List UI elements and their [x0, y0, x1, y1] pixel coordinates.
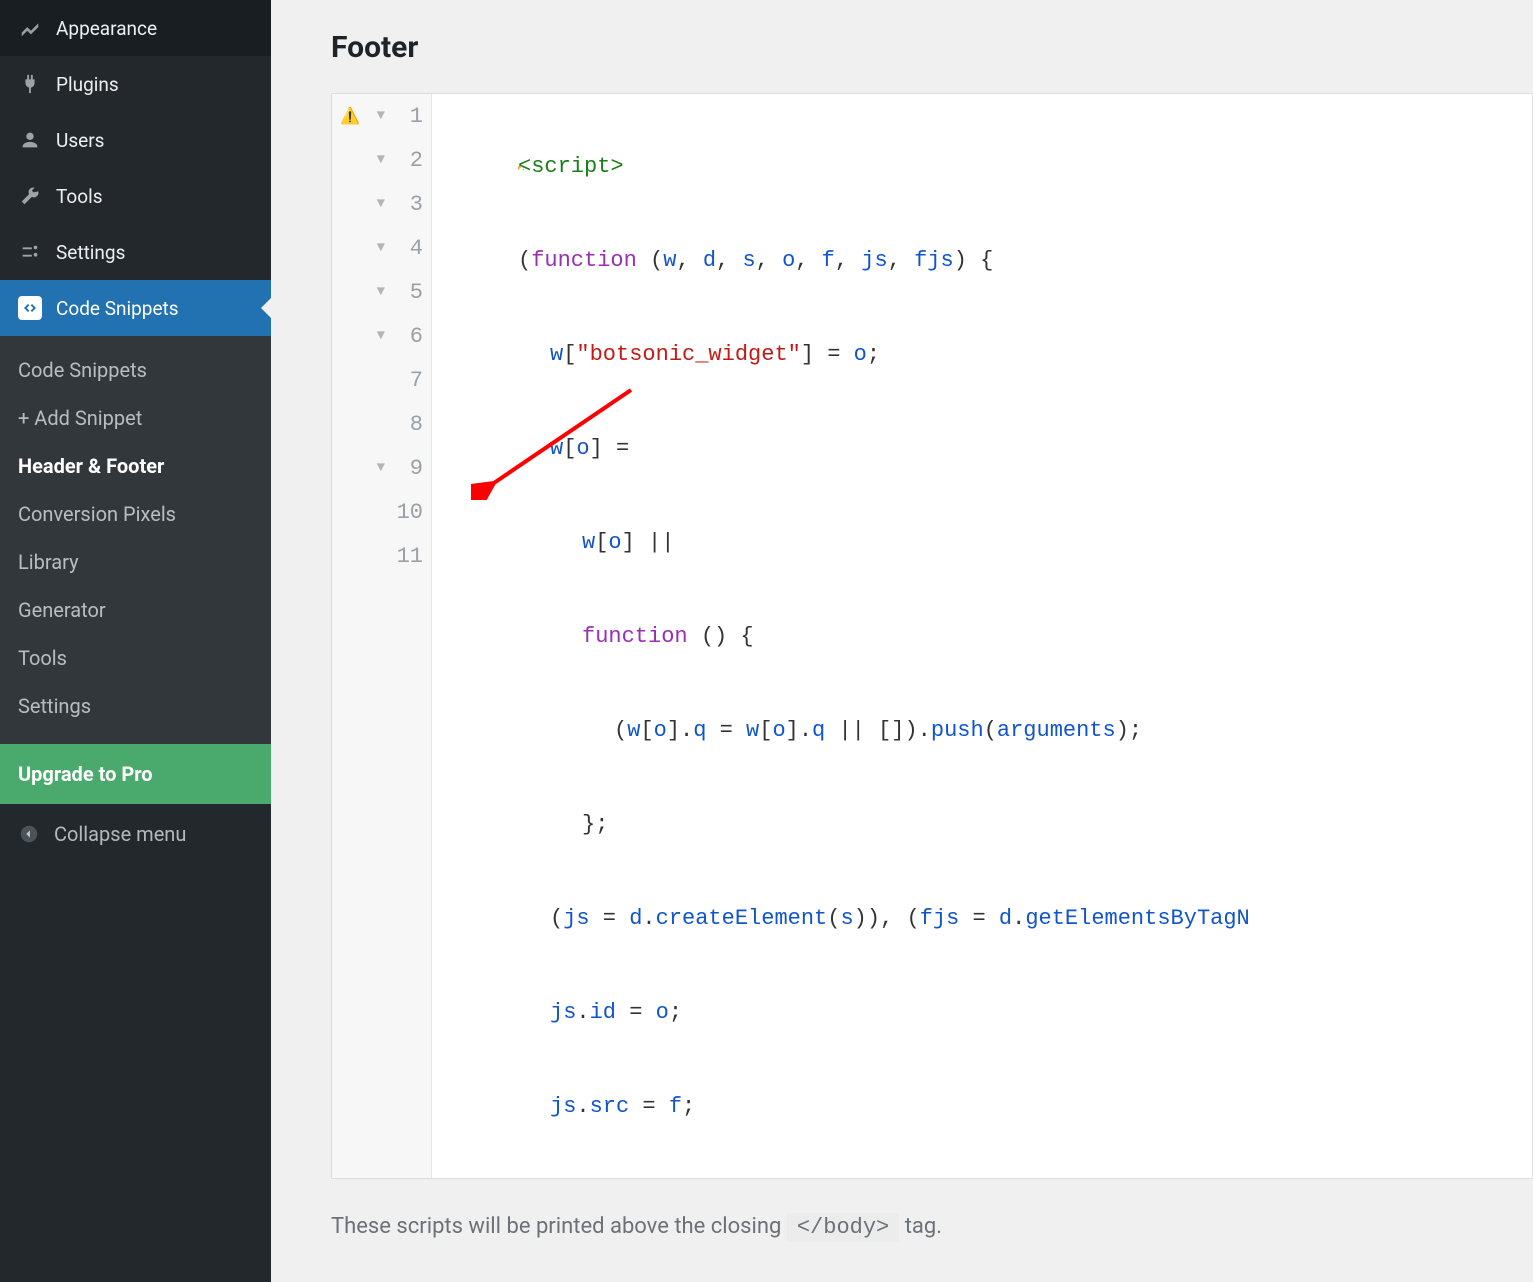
- code-line: (js = d.createElement(s)), (fjs = d.getE…: [462, 896, 1532, 940]
- line-number: 8: [395, 412, 423, 437]
- fold-icon[interactable]: ▼: [377, 460, 385, 476]
- collapse-icon: [18, 823, 40, 845]
- line-number: 7: [395, 368, 423, 393]
- code-line: (function (w, d, s, o, f, js, fjs) {: [462, 238, 1532, 282]
- sidebar-item-label: Tools: [56, 185, 103, 208]
- line-number: 11: [395, 544, 423, 569]
- line-number: 3: [395, 192, 423, 217]
- code-line: function () {: [462, 614, 1532, 658]
- sidebar-item-tools[interactable]: Tools: [0, 168, 271, 224]
- upgrade-to-pro-button[interactable]: Upgrade to Pro: [0, 744, 271, 804]
- warning-icon: ⚠️: [340, 106, 360, 126]
- sidebar-item-label: Plugins: [56, 73, 119, 96]
- submenu-add-snippet[interactable]: + Add Snippet: [0, 394, 271, 442]
- line-number: 6: [395, 324, 423, 349]
- collapse-menu-label: Collapse menu: [54, 822, 186, 846]
- code-snippets-submenu: Code Snippets + Add Snippet Header & Foo…: [0, 336, 271, 744]
- submenu-generator[interactable]: Generator: [0, 586, 271, 634]
- collapse-menu-button[interactable]: Collapse menu: [0, 804, 271, 864]
- main-content: Footer ⚠️ ▼ 1 ▼ 2 ▼ 3 ▼ 4 ▼ 5 ▼ 6 7 8 ▼ 9 10 11: [271, 0, 1533, 1282]
- code-line: js.id = o;: [462, 990, 1532, 1034]
- fold-icon[interactable]: ▼: [377, 328, 385, 344]
- sidebar-item-plugins[interactable]: Plugins: [0, 56, 271, 112]
- code-line: w[o] =: [462, 426, 1532, 470]
- line-number: 5: [395, 280, 423, 305]
- submenu-settings[interactable]: Settings: [0, 682, 271, 730]
- editor-gutter: ⚠️ ▼ 1 ▼ 2 ▼ 3 ▼ 4 ▼ 5 ▼ 6 7 8 ▼ 9 10 11: [332, 94, 432, 1178]
- settings-icon: [18, 240, 42, 264]
- sidebar-item-appearance[interactable]: Appearance: [0, 0, 271, 56]
- code-line: };: [462, 802, 1532, 846]
- code-line: w[o] ||: [462, 520, 1532, 564]
- line-number: 2: [395, 148, 423, 173]
- users-icon: [18, 128, 42, 152]
- sidebar-item-users[interactable]: Users: [0, 112, 271, 168]
- tools-icon: [18, 184, 42, 208]
- code-line: <script>: [462, 144, 1532, 188]
- fold-icon[interactable]: ▼: [377, 152, 385, 168]
- code-tag-pill: </body>: [787, 1213, 899, 1242]
- submenu-tools[interactable]: Tools: [0, 634, 271, 682]
- sidebar-item-label: Appearance: [56, 17, 157, 40]
- footer-section-title: Footer: [331, 30, 1533, 65]
- code-line: w["botsonic_widget"] = o;: [462, 332, 1532, 376]
- line-number: 9: [395, 456, 423, 481]
- line-number: 10: [395, 500, 423, 525]
- code-line: (w[o].q = w[o].q || []).push(arguments);: [462, 708, 1532, 752]
- plugins-icon: [18, 72, 42, 96]
- code-snippets-icon: [18, 296, 42, 320]
- editor-code-area[interactable]: <script> (function (w, d, s, o, f, js, f…: [432, 94, 1532, 1178]
- sidebar-item-code-snippets[interactable]: Code Snippets: [0, 280, 271, 336]
- submenu-code-snippets[interactable]: Code Snippets: [0, 346, 271, 394]
- line-number: 1: [395, 104, 423, 129]
- sidebar-item-label: Users: [56, 129, 104, 152]
- sidebar-item-label: Code Snippets: [56, 297, 179, 320]
- submenu-library[interactable]: Library: [0, 538, 271, 586]
- appearance-icon: [18, 16, 42, 40]
- sidebar-item-label: Settings: [56, 241, 125, 264]
- footer-code-editor[interactable]: ⚠️ ▼ 1 ▼ 2 ▼ 3 ▼ 4 ▼ 5 ▼ 6 7 8 ▼ 9 10 11 <script…: [331, 93, 1533, 1179]
- fold-icon[interactable]: ▼: [377, 284, 385, 300]
- submenu-conversion-pixels[interactable]: Conversion Pixels: [0, 490, 271, 538]
- admin-sidebar: Appearance Plugins Users Tools Settings: [0, 0, 271, 1282]
- sidebar-item-settings[interactable]: Settings: [0, 224, 271, 280]
- fold-icon[interactable]: ▼: [377, 240, 385, 256]
- footer-helper-text: These scripts will be printed above the …: [331, 1213, 1533, 1242]
- fold-icon[interactable]: ▼: [377, 196, 385, 212]
- code-line: js.src = f;: [462, 1084, 1532, 1128]
- line-number: 4: [395, 236, 423, 261]
- fold-icon[interactable]: ▼: [377, 108, 385, 124]
- submenu-header-footer[interactable]: Header & Footer: [0, 442, 271, 490]
